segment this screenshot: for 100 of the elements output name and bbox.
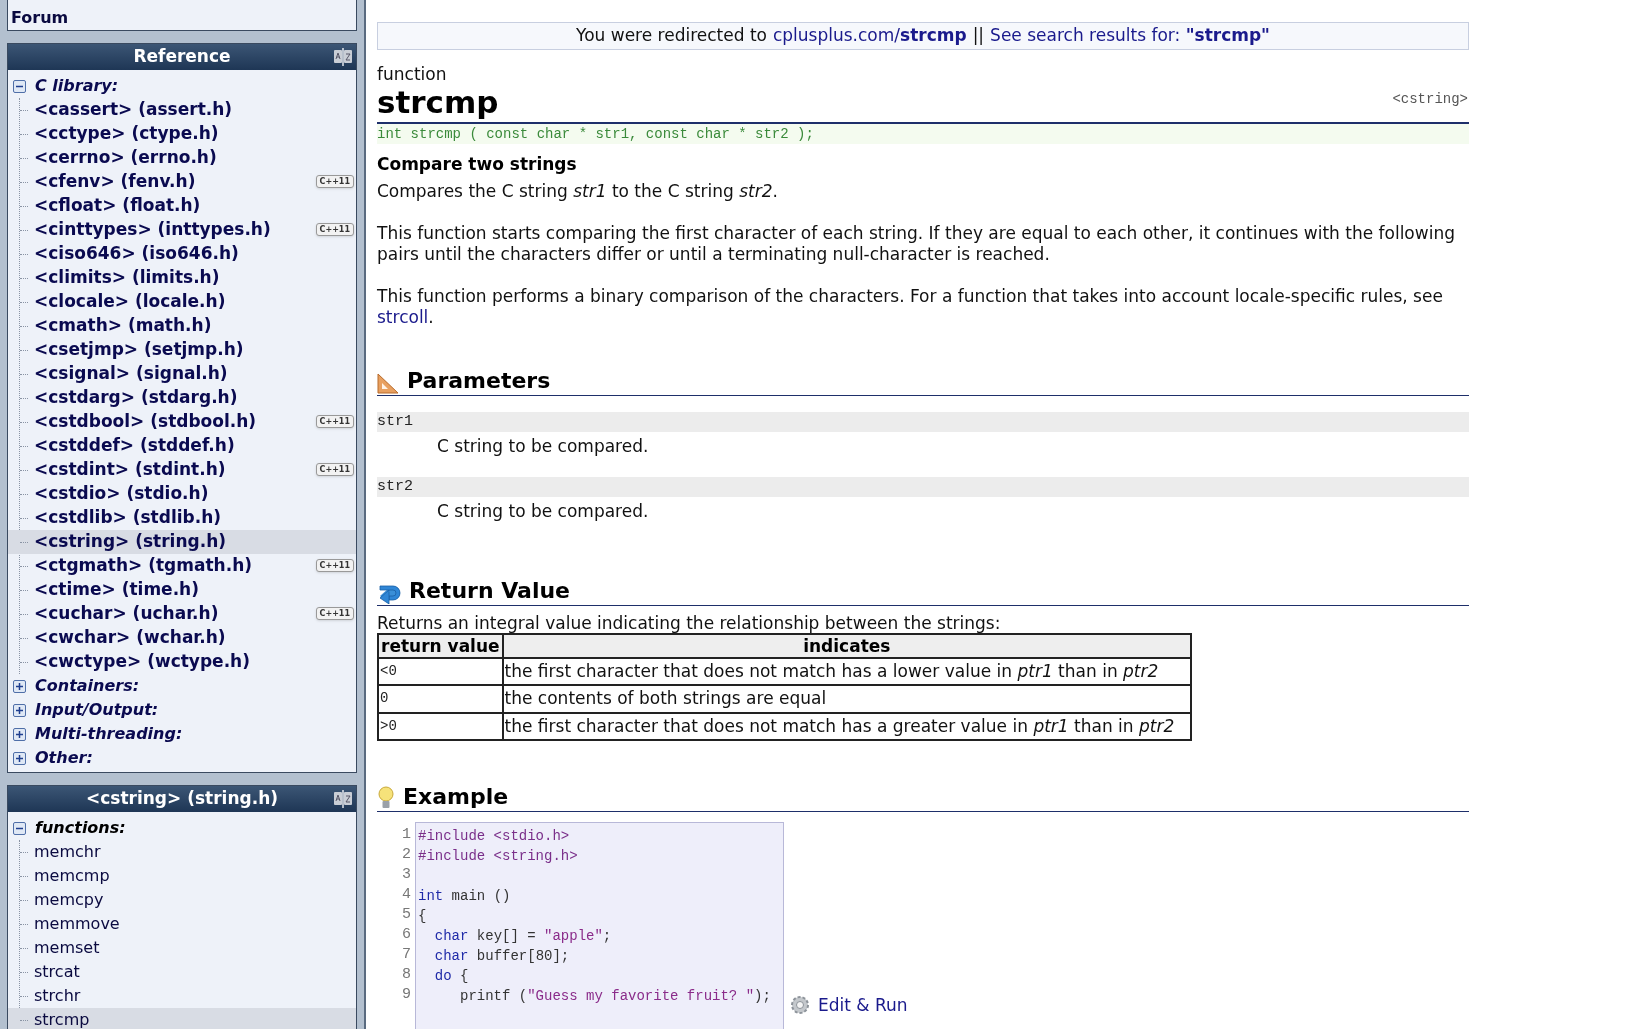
version-badge: C++11 bbox=[315, 463, 354, 476]
tree-item[interactable]: <cctype> (ctype.h) bbox=[34, 121, 219, 147]
tree-item[interactable]: <ciso646> (iso646.h) bbox=[34, 241, 239, 267]
tree-group[interactable]: Multi-threading: bbox=[35, 722, 183, 746]
column-header: return value bbox=[378, 633, 503, 658]
version-badge: C++11 bbox=[315, 223, 354, 236]
expand-icon[interactable] bbox=[13, 703, 26, 717]
header-name: <cstring> bbox=[1392, 89, 1468, 109]
tree-group[interactable]: Containers: bbox=[35, 674, 140, 698]
sort-icon[interactable] bbox=[333, 48, 353, 66]
version-badge: C++11 bbox=[315, 607, 354, 620]
panel-title: <cstring> (string.h) bbox=[85, 787, 278, 811]
table-cell: the first character that does not match has a greater value in ptr1 than in ptr2 bbox=[502, 712, 1191, 740]
line-number: 5 bbox=[402, 905, 411, 925]
tree-item[interactable]: <cstddef> (stddef.h) bbox=[34, 433, 235, 459]
expand-icon[interactable] bbox=[13, 751, 26, 765]
table-cell: <0 bbox=[378, 657, 503, 685]
code-token: char bbox=[433, 928, 469, 944]
redirect-link[interactable]: cplusplus.com/strcmp bbox=[772, 23, 967, 49]
code-token: #include <string.h> bbox=[418, 848, 578, 864]
line-number: 9 bbox=[402, 985, 411, 1005]
tree-group[interactable]: Other: bbox=[35, 746, 93, 770]
tree-item[interactable]: <csetjmp> (setjmp.h) bbox=[34, 337, 244, 363]
search-results-link[interactable]: See search results for: "strcmp" bbox=[990, 23, 1270, 49]
tree-item[interactable]: memchr bbox=[34, 840, 101, 864]
paragraph: This function performs a binary comparison of the characters. For a function that takes into account locale-specific rules, see strcoll. bbox=[377, 285, 1444, 328]
code-token: printf ( bbox=[459, 988, 528, 1004]
prototype: int strcmp ( const char * str1, const char * str2 ); bbox=[377, 123, 1469, 144]
tree-item[interactable]: <cstring> (string.h) bbox=[34, 529, 227, 555]
tree-item[interactable]: <cfenv> (fenv.h) bbox=[34, 169, 196, 195]
ruler-icon bbox=[377, 371, 399, 394]
version-badge: C++11 bbox=[315, 415, 354, 428]
tree-item[interactable]: <clocale> (locale.h) bbox=[34, 289, 226, 315]
code-token: { bbox=[418, 908, 427, 924]
line-number: 2 bbox=[402, 845, 411, 865]
section-heading: Return Value bbox=[409, 577, 570, 604]
tree-item[interactable]: <cstdint> (stdint.h) bbox=[34, 457, 226, 483]
tree-item[interactable]: <cstdarg> (stdarg.h) bbox=[34, 385, 238, 411]
tree-item[interactable]: strcat bbox=[34, 960, 80, 984]
parameter-name: str1 bbox=[377, 411, 1469, 432]
tree-item[interactable]: <cstdlib> (stdlib.h) bbox=[34, 505, 222, 531]
collapse-icon[interactable] bbox=[13, 79, 26, 93]
tree-item[interactable]: strchr bbox=[34, 984, 81, 1008]
version-badge: C++11 bbox=[315, 175, 354, 188]
tree-item[interactable]: <ctime> (time.h) bbox=[34, 577, 199, 603]
lightbulb-icon bbox=[377, 786, 395, 810]
tree-item[interactable]: memmove bbox=[34, 912, 120, 936]
tree-item[interactable]: strcmp bbox=[34, 1008, 90, 1029]
tree-item[interactable]: <cassert> (assert.h) bbox=[34, 97, 233, 123]
tree-group[interactable]: Input/Output: bbox=[35, 698, 159, 722]
code-token: key[] = bbox=[475, 928, 537, 944]
code-token: char bbox=[433, 948, 469, 964]
line-number: 1 bbox=[402, 825, 411, 845]
tree-item[interactable]: memcmp bbox=[34, 864, 110, 888]
tree-item[interactable]: <cstdio> (stdio.h) bbox=[34, 481, 209, 507]
tree-group[interactable]: C library: bbox=[35, 74, 119, 98]
code-token: "Guess my favorite fruit? " bbox=[527, 988, 755, 1004]
collapse-icon[interactable] bbox=[13, 821, 26, 835]
tree-item[interactable]: <cuchar> (uchar.h) bbox=[34, 601, 219, 627]
code-token: ); bbox=[754, 988, 771, 1004]
gear-icon bbox=[790, 995, 810, 1016]
column-header: indicates bbox=[502, 633, 1191, 658]
return-description: Returns an integral value indicating the relationship between the strings: bbox=[377, 612, 1001, 633]
edit-run-link[interactable]: Edit & Run bbox=[790, 992, 908, 1018]
tree-item[interactable]: <cerrno> (errno.h) bbox=[34, 145, 217, 171]
table-cell: the contents of both strings are equal bbox=[502, 685, 1191, 713]
line-number: 3 bbox=[402, 865, 411, 885]
table-cell: the first character that does not match has a lower value in ptr1 than in ptr2 bbox=[502, 657, 1191, 685]
tree-group[interactable]: functions: bbox=[35, 816, 126, 840]
code-token: #include <stdio.h> bbox=[418, 828, 570, 844]
line-number: 6 bbox=[402, 925, 411, 945]
code-token: "apple" bbox=[544, 928, 603, 944]
tree-item[interactable]: memset bbox=[34, 936, 100, 960]
table-cell: >0 bbox=[378, 712, 503, 740]
line-number: 7 bbox=[402, 945, 411, 965]
code-token: main () bbox=[450, 888, 511, 904]
code-token: do bbox=[433, 968, 452, 984]
function-title: strcmp bbox=[377, 83, 499, 120]
expand-icon[interactable] bbox=[13, 679, 26, 693]
tree-item[interactable]: <cmath> (math.h) bbox=[34, 313, 212, 339]
tree-item[interactable]: <ctgmath> (tgmath.h) bbox=[34, 553, 252, 579]
text-link[interactable]: strcoll bbox=[377, 306, 429, 327]
tree-item[interactable]: <climits> (limits.h) bbox=[34, 265, 220, 291]
expand-icon[interactable] bbox=[13, 727, 26, 741]
nav-link[interactable]: Forum bbox=[11, 8, 353, 28]
tree-item[interactable]: <cwctype> (wctype.h) bbox=[34, 649, 250, 675]
tree-item[interactable]: <cstdbool> (stdbool.h) bbox=[34, 409, 257, 435]
sort-icon[interactable] bbox=[333, 790, 353, 808]
tree-item[interactable]: memcpy bbox=[34, 888, 104, 912]
tree-item[interactable]: <cinttypes> (inttypes.h) bbox=[34, 217, 271, 243]
tree-item[interactable]: <cfloat> (float.h) bbox=[34, 193, 201, 219]
entity-kind: function bbox=[377, 63, 447, 84]
tree-item[interactable]: <csignal> (signal.h) bbox=[34, 361, 228, 387]
line-number: 4 bbox=[402, 885, 411, 905]
panel-title: Reference bbox=[133, 45, 231, 69]
code-token: { bbox=[459, 968, 469, 984]
parameter-name: str2 bbox=[377, 476, 1469, 497]
line-number: 8 bbox=[402, 965, 411, 985]
tree-item[interactable]: <cwchar> (wchar.h) bbox=[34, 625, 226, 651]
separator-text: || bbox=[972, 24, 985, 47]
